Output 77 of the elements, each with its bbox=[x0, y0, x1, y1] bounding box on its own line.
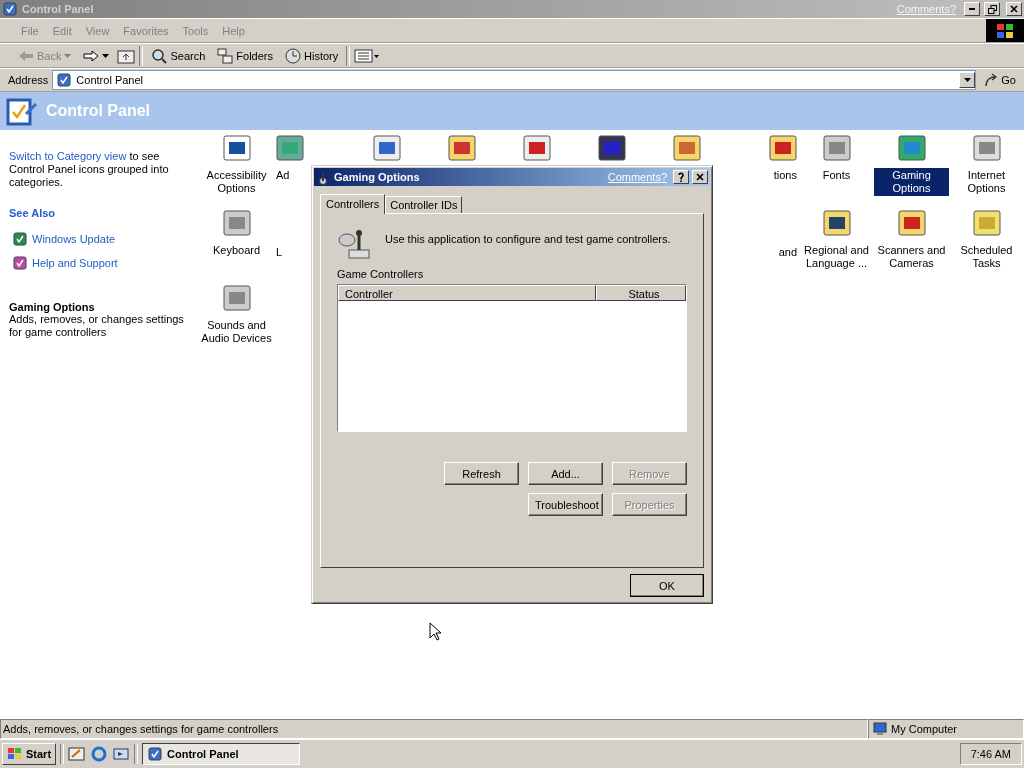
help-button[interactable] bbox=[673, 170, 689, 184]
control-panel-item[interactable]: Ad bbox=[274, 168, 292, 183]
search-icon bbox=[151, 47, 168, 64]
control-panel-icon bbox=[147, 746, 164, 762]
control-panel-item[interactable]: L bbox=[274, 245, 285, 260]
browser-icon[interactable] bbox=[90, 746, 109, 762]
dialog-button[interactable]: Add... bbox=[528, 462, 603, 485]
computer-icon bbox=[873, 722, 887, 736]
go-button[interactable]: Go bbox=[980, 71, 1020, 89]
minimize-icon bbox=[969, 8, 975, 10]
up-folder-icon[interactable] bbox=[117, 47, 136, 64]
column-header[interactable]: Status bbox=[596, 285, 686, 301]
details-title: Gaming Options bbox=[9, 301, 96, 313]
close-icon bbox=[1010, 5, 1018, 13]
dialog-title: Gaming Options bbox=[334, 171, 421, 183]
tab[interactable]: Controllers bbox=[320, 194, 386, 214]
folders-button[interactable]: Folders bbox=[213, 45, 277, 66]
restore-icon bbox=[987, 4, 997, 14]
intro-text: Use this application to configure and test game controllers. bbox=[385, 233, 671, 245]
windows-logo-icon bbox=[7, 747, 23, 761]
details-description: Adds, removes, or changes settings for game controllers bbox=[9, 313, 185, 339]
caret-icon bbox=[64, 53, 72, 58]
control-panel-item[interactable]: Regional and Language ... bbox=[799, 243, 874, 271]
controller-list[interactable]: Controller Status bbox=[337, 284, 687, 432]
control-panel-item[interactable]: Fonts bbox=[820, 168, 853, 183]
status-text: Adds, removes, or changes settings for game controllers bbox=[0, 719, 868, 739]
header-title: Control Panel bbox=[46, 102, 150, 120]
taskbar-button[interactable]: Control Panel bbox=[142, 743, 301, 765]
control-panel-icon bbox=[56, 72, 73, 88]
view-description: Switch to Category view to see Control Panel icons grouped into categories. bbox=[9, 150, 170, 189]
control-panel-item[interactable]: Scheduled Tasks bbox=[949, 243, 1024, 271]
see-also-link[interactable]: Help and Support bbox=[12, 255, 190, 271]
back-arrow-icon bbox=[18, 49, 34, 62]
desktop-icon[interactable] bbox=[68, 746, 87, 762]
folders-icon bbox=[217, 47, 234, 64]
control-panel-icon bbox=[6, 96, 38, 126]
caret-icon bbox=[963, 78, 971, 82]
views-icon[interactable] bbox=[354, 47, 381, 64]
close-icon bbox=[696, 173, 704, 181]
category-view-link[interactable]: Switch to Category view bbox=[9, 150, 127, 162]
dialog-button[interactable]: Refresh bbox=[444, 462, 519, 485]
media-icon[interactable] bbox=[112, 746, 131, 762]
zone-indicator: My Computer bbox=[868, 719, 1024, 739]
address-field[interactable]: Control Panel bbox=[52, 70, 977, 90]
control-panel-item[interactable]: Internet Options bbox=[949, 168, 1024, 196]
mouse-cursor-icon bbox=[429, 622, 441, 642]
tab[interactable]: Controller IDs bbox=[385, 196, 463, 213]
restore-button[interactable] bbox=[984, 2, 1000, 16]
control-panel-item[interactable]: tions bbox=[771, 168, 799, 183]
see-also-heading: See Also bbox=[9, 207, 57, 219]
control-panel-item[interactable]: Scanners and Cameras bbox=[874, 243, 949, 271]
clock: 7:46 AM bbox=[959, 743, 1022, 765]
see-also-link[interactable]: Windows Update bbox=[12, 231, 190, 247]
list-label: Game Controllers bbox=[337, 268, 425, 280]
caret-icon bbox=[102, 53, 110, 58]
window-title: Control Panel bbox=[22, 3, 95, 15]
control-panel-item[interactable]: Sounds and Audio Devices bbox=[199, 318, 274, 346]
control-panel-item[interactable]: and bbox=[776, 245, 799, 260]
close-button[interactable] bbox=[692, 170, 708, 184]
dialog-button[interactable]: Troubleshoot bbox=[528, 493, 603, 516]
control-panel-icon bbox=[2, 1, 18, 17]
control-panel-item[interactable]: Accessibility Options bbox=[199, 168, 274, 196]
control-panel-item[interactable]: Gaming Options bbox=[874, 168, 949, 196]
dropdown-button[interactable] bbox=[959, 72, 976, 88]
search-button[interactable]: Search bbox=[147, 45, 210, 66]
forward-arrow-icon bbox=[83, 49, 100, 62]
minimize-button[interactable] bbox=[964, 2, 980, 16]
go-arrow-icon bbox=[984, 73, 999, 87]
history-button[interactable]: History bbox=[281, 45, 343, 66]
column-header[interactable]: Controller bbox=[338, 285, 596, 301]
question-mark-icon bbox=[677, 172, 685, 182]
start-button[interactable]: Start bbox=[2, 743, 57, 765]
control-panel-item[interactable]: Keyboard bbox=[210, 243, 263, 258]
ok-button[interactable]: OK bbox=[630, 574, 704, 597]
address-label: Address bbox=[8, 74, 49, 86]
windows-logo bbox=[986, 19, 1024, 42]
close-button[interactable] bbox=[1006, 2, 1022, 16]
